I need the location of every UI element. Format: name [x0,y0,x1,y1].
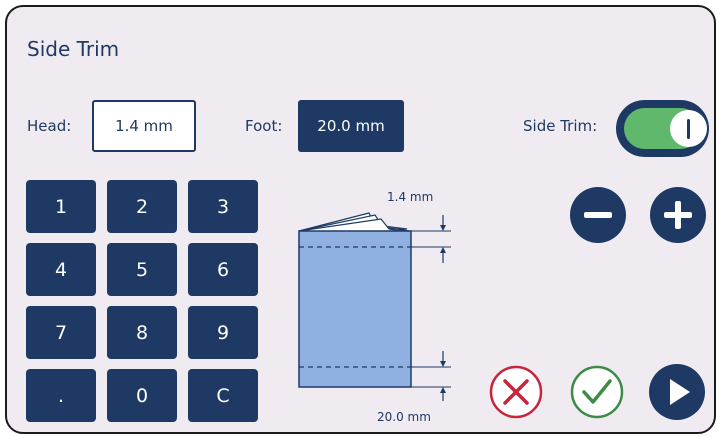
side-trim-toggle[interactable] [616,100,709,157]
toggle-track [624,108,707,149]
side-trim-panel: Side Trim Head: 1.4 mm Foot: 20.0 mm Sid… [5,5,716,434]
cancel-button[interactable] [488,364,544,420]
head-arrow-down [440,225,446,231]
head-value: 1.4 mm [115,117,173,135]
key-4[interactable]: 4 [26,243,96,296]
key-8[interactable]: 8 [107,306,177,359]
play-icon [670,379,690,405]
key-2[interactable]: 2 [107,180,177,233]
foot-input[interactable]: 20.0 mm [298,100,404,152]
key-7[interactable]: 7 [26,306,96,359]
decrement-button[interactable] [570,187,626,243]
minus-icon [584,212,612,218]
key-decimal[interactable]: . [26,369,96,422]
bottom-measure-label: 20.0 mm [377,410,431,424]
foot-value: 20.0 mm [317,117,385,135]
key-9[interactable]: 9 [188,306,258,359]
top-measure-label: 1.4 mm [387,190,433,204]
key-clear[interactable]: C [188,369,258,422]
plus-icon [664,201,692,229]
page-title: Side Trim [27,37,120,61]
side-trim-label: Side Trim: [523,117,598,135]
head-arrow-up [440,247,446,253]
key-1[interactable]: 1 [26,180,96,233]
key-5[interactable]: 5 [107,243,177,296]
booklet-body [298,230,412,388]
foot-arrow-down [440,361,446,367]
key-6[interactable]: 6 [188,243,258,296]
key-3[interactable]: 3 [188,180,258,233]
check-circle-icon [570,365,624,419]
trim-diagram: 1.4 mm 20.0 mm [298,190,451,424]
toggle-knob [670,110,707,147]
x-circle-icon [489,365,543,419]
key-0[interactable]: 0 [107,369,177,422]
foot-arrow-up [440,387,446,393]
increment-button[interactable] [650,187,706,243]
confirm-button[interactable] [569,364,625,420]
run-button[interactable] [649,364,705,420]
foot-label: Foot: [245,117,283,135]
head-label: Head: [27,117,72,135]
head-input[interactable]: 1.4 mm [92,100,196,152]
